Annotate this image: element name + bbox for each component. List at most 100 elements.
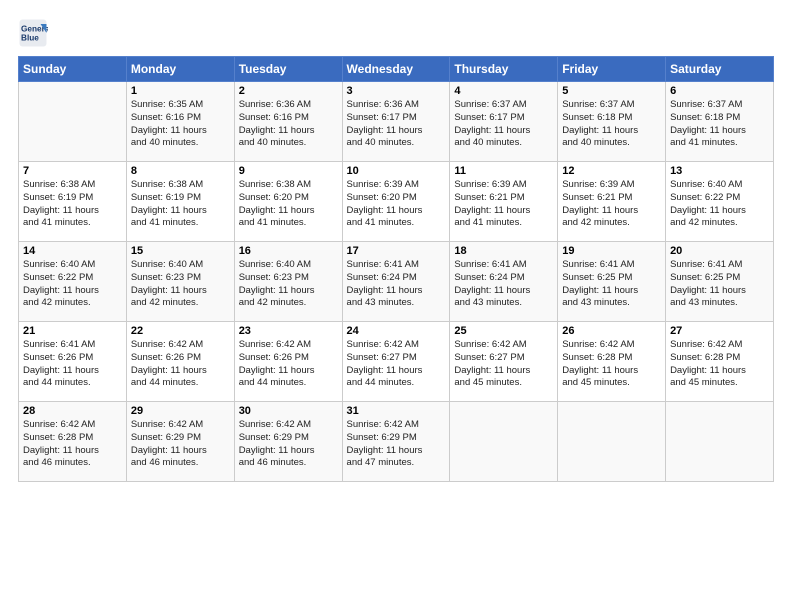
day-number: 15 [131,245,230,257]
calendar-cell: 30Sunrise: 6:42 AMSunset: 6:29 PMDayligh… [234,402,342,482]
weekday-header-tuesday: Tuesday [234,57,342,82]
calendar-cell: 17 Sunrise: 6:41 AMSunset: 6:24 PMDayligh… [342,242,450,322]
day-info: Sunrise: 6:42 AMSunset: 6:28 PMDaylight:… [670,339,769,390]
day-info: Sunrise: 6:38 AMSunset: 6:19 PMDaylight:… [131,179,230,230]
day-info: Sunrise: 6:39 AMSunset: 6:20 PMDaylight:… [347,179,446,230]
day-number: 20 [670,245,769,257]
day-info: Sunrise: 6:37 AMSunset: 6:18 PMDaylight:… [670,99,769,150]
day-info: Sunrise: 6:41 AMSunset: 6:24 PMDaylight:… [454,259,553,310]
day-info: Sunrise: 6:42 AMSunset: 6:26 PMDaylight:… [239,339,338,390]
day-info: Sunrise: 6:39 AMSunset: 6:21 PMDaylight:… [454,179,553,230]
day-number: 17 [347,245,446,257]
day-number: 6 [670,85,769,97]
day-number: 25 [454,325,553,337]
day-number: 23 [239,325,338,337]
day-number: 16 [239,245,338,257]
calendar-cell: 14 Sunrise: 6:40 AMSunset: 6:22 PMDayligh… [19,242,127,322]
week-row-1: 1Sunrise: 6:35 AMSunset: 6:16 PMDaylight… [19,82,774,162]
day-number: 11 [454,165,553,177]
day-info: Sunrise: 6:38 AMSunset: 6:19 PMDaylight:… [23,179,122,230]
day-number: 14 [23,245,122,257]
day-number: 8 [131,165,230,177]
weekday-header-thursday: Thursday [450,57,558,82]
calendar-cell: 9 Sunrise: 6:38 AMSunset: 6:20 PMDaylight… [234,162,342,242]
day-info: Sunrise: 6:42 AMSunset: 6:27 PMDaylight:… [347,339,446,390]
calendar-cell: 25Sunrise: 6:42 AMSunset: 6:27 PMDayligh… [450,322,558,402]
calendar-cell [558,402,666,482]
calendar-table: SundayMondayTuesdayWednesdayThursdayFrid… [18,56,774,482]
calendar-cell: 24 Sunrise: 6:42 AMSunset: 6:27 PMDayligh… [342,322,450,402]
day-number: 5 [562,85,661,97]
day-number: 21 [23,325,122,337]
week-row-3: 14 Sunrise: 6:40 AMSunset: 6:22 PMDayligh… [19,242,774,322]
calendar-cell: 21 Sunrise: 6:41 AMSunset: 6:26 PMDayligh… [19,322,127,402]
calendar-cell: 12 Sunrise: 6:39 AMSunset: 6:21 PMDayligh… [558,162,666,242]
day-info: Sunrise: 6:38 AMSunset: 6:20 PMDaylight:… [239,179,338,230]
calendar-cell: 11 Sunrise: 6:39 AMSunset: 6:21 PMDayligh… [450,162,558,242]
day-number: 31 [347,405,446,417]
calendar-cell: 23 Sunrise: 6:42 AMSunset: 6:26 PMDayligh… [234,322,342,402]
calendar-cell: 28 Sunrise: 6:42 AMSunset: 6:28 PMDayligh… [19,402,127,482]
day-number: 1 [131,85,230,97]
calendar-cell: 5 Sunrise: 6:37 AMSunset: 6:18 PMDaylight… [558,82,666,162]
day-number: 3 [347,85,446,97]
day-number: 7 [23,165,122,177]
day-number: 22 [131,325,230,337]
calendar-cell: 16Sunrise: 6:40 AMSunset: 6:23 PMDayligh… [234,242,342,322]
day-number: 24 [347,325,446,337]
day-number: 13 [670,165,769,177]
day-number: 28 [23,405,122,417]
header: General Blue [18,18,774,48]
logo: General Blue [18,18,52,48]
calendar-cell: 10Sunrise: 6:39 AMSunset: 6:20 PMDayligh… [342,162,450,242]
calendar-cell: 27 Sunrise: 6:42 AMSunset: 6:28 PMDayligh… [666,322,774,402]
day-number: 19 [562,245,661,257]
day-info: Sunrise: 6:40 AMSunset: 6:22 PMDaylight:… [670,179,769,230]
calendar-cell: 18 Sunrise: 6:41 AMSunset: 6:24 PMDayligh… [450,242,558,322]
day-number: 29 [131,405,230,417]
week-row-4: 21 Sunrise: 6:41 AMSunset: 6:26 PMDayligh… [19,322,774,402]
calendar-cell [19,82,127,162]
day-info: Sunrise: 6:41 AMSunset: 6:25 PMDaylight:… [670,259,769,310]
day-number: 18 [454,245,553,257]
day-info: Sunrise: 6:42 AMSunset: 6:29 PMDaylight:… [239,419,338,470]
calendar-cell: 4Sunrise: 6:37 AMSunset: 6:17 PMDaylight… [450,82,558,162]
day-number: 2 [239,85,338,97]
day-number: 27 [670,325,769,337]
calendar-cell: 3Sunrise: 6:36 AMSunset: 6:17 PMDaylight… [342,82,450,162]
weekday-header-friday: Friday [558,57,666,82]
calendar-body: 1Sunrise: 6:35 AMSunset: 6:16 PMDaylight… [19,82,774,482]
weekday-row: SundayMondayTuesdayWednesdayThursdayFrid… [19,57,774,82]
day-info: Sunrise: 6:39 AMSunset: 6:21 PMDaylight:… [562,179,661,230]
day-info: Sunrise: 6:41 AMSunset: 6:25 PMDaylight:… [562,259,661,310]
calendar-cell: 31Sunrise: 6:42 AMSunset: 6:29 PMDayligh… [342,402,450,482]
calendar-cell: 15 Sunrise: 6:40 AMSunset: 6:23 PMDayligh… [126,242,234,322]
day-info: Sunrise: 6:42 AMSunset: 6:28 PMDaylight:… [562,339,661,390]
day-number: 9 [239,165,338,177]
calendar-container: General Blue SundayMondayTuesdayWednesda… [0,0,792,612]
day-info: Sunrise: 6:41 AMSunset: 6:26 PMDaylight:… [23,339,122,390]
weekday-header-saturday: Saturday [666,57,774,82]
calendar-cell: 19 Sunrise: 6:41 AMSunset: 6:25 PMDayligh… [558,242,666,322]
day-info: Sunrise: 6:42 AMSunset: 6:28 PMDaylight:… [23,419,122,470]
calendar-cell: 22 Sunrise: 6:42 AMSunset: 6:26 PMDayligh… [126,322,234,402]
day-info: Sunrise: 6:40 AMSunset: 6:22 PMDaylight:… [23,259,122,310]
calendar-cell: 29 Sunrise: 6:42 AMSunset: 6:29 PMDayligh… [126,402,234,482]
week-row-5: 28 Sunrise: 6:42 AMSunset: 6:28 PMDayligh… [19,402,774,482]
day-info: Sunrise: 6:36 AMSunset: 6:16 PMDaylight:… [239,99,338,150]
day-info: Sunrise: 6:42 AMSunset: 6:26 PMDaylight:… [131,339,230,390]
calendar-cell: 2 Sunrise: 6:36 AMSunset: 6:16 PMDaylight… [234,82,342,162]
weekday-header-sunday: Sunday [19,57,127,82]
day-info: Sunrise: 6:41 AMSunset: 6:24 PMDaylight:… [347,259,446,310]
calendar-cell: 13 Sunrise: 6:40 AMSunset: 6:22 PMDayligh… [666,162,774,242]
calendar-cell: 8 Sunrise: 6:38 AMSunset: 6:19 PMDaylight… [126,162,234,242]
day-number: 12 [562,165,661,177]
day-info: Sunrise: 6:37 AMSunset: 6:18 PMDaylight:… [562,99,661,150]
calendar-cell: 20 Sunrise: 6:41 AMSunset: 6:25 PMDayligh… [666,242,774,322]
day-info: Sunrise: 6:40 AMSunset: 6:23 PMDaylight:… [131,259,230,310]
weekday-header-wednesday: Wednesday [342,57,450,82]
calendar-cell [450,402,558,482]
day-info: Sunrise: 6:37 AMSunset: 6:17 PMDaylight:… [454,99,553,150]
day-info: Sunrise: 6:42 AMSunset: 6:29 PMDaylight:… [131,419,230,470]
calendar-cell: 1Sunrise: 6:35 AMSunset: 6:16 PMDaylight… [126,82,234,162]
